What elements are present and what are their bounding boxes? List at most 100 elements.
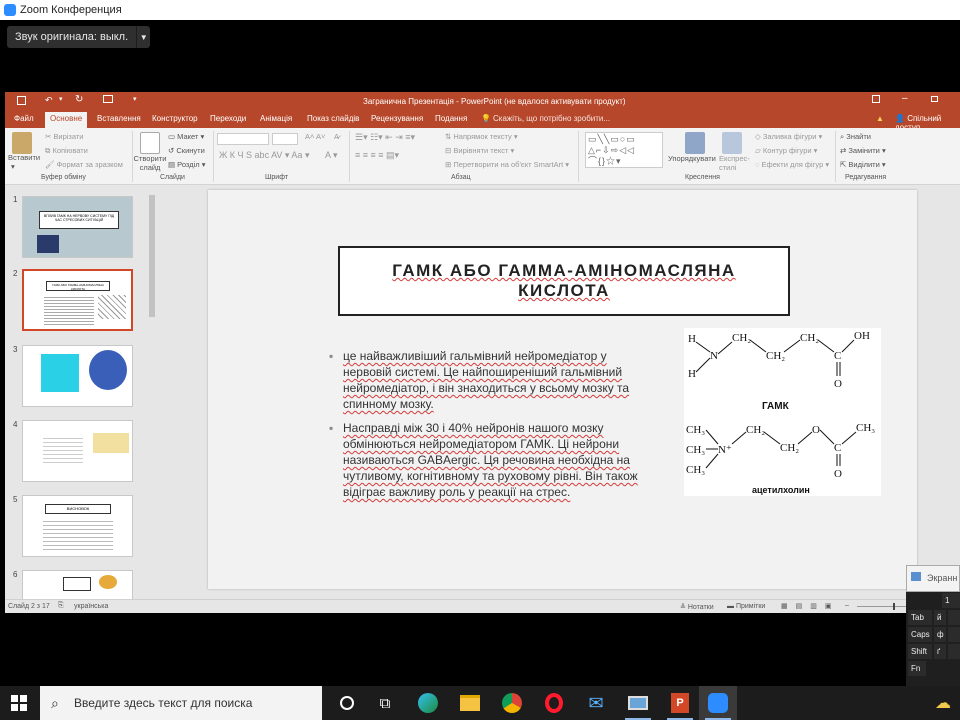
weather-icon[interactable]: ☁ bbox=[924, 686, 960, 720]
key-letter[interactable]: ґ bbox=[934, 644, 946, 659]
chevron-down-icon[interactable]: ▼ bbox=[136, 26, 150, 48]
tab-design[interactable]: Конструктор bbox=[152, 114, 198, 123]
chemical-structures-image[interactable]: H N H CH₂ CH₂ CH₂ C OH O ГАМК CH₃ CH₃ CH… bbox=[684, 328, 881, 496]
chrome-icon[interactable] bbox=[493, 686, 531, 720]
format-painter-button[interactable]: 🖌 Формат за зразком bbox=[45, 160, 123, 169]
taskbar-search-box[interactable]: ⌕ Введите здесь текст для поиска bbox=[40, 686, 322, 720]
paste-icon[interactable] bbox=[12, 132, 32, 154]
thumbnails-scrollbar[interactable] bbox=[148, 187, 156, 597]
edge-icon[interactable] bbox=[409, 686, 447, 720]
section-button[interactable]: ▤ Розділ ▾ bbox=[168, 160, 205, 169]
layout-button[interactable]: ▭ Макет ▾ bbox=[168, 132, 204, 141]
shape-effects-button[interactable]: ◌ Ефекти для фігур ▾ bbox=[755, 160, 829, 169]
view-buttons[interactable]: ▦▤▥▣ bbox=[781, 602, 839, 610]
notes-button[interactable]: ≜ Нотатки bbox=[680, 603, 714, 611]
key-letter[interactable] bbox=[948, 644, 960, 659]
thumbnail-slide-6[interactable] bbox=[22, 570, 133, 600]
smartart-button[interactable]: ⊞ Перетворити на об'єкт SmartArt ▾ bbox=[445, 160, 569, 169]
ribbon-display-icon[interactable] bbox=[872, 95, 880, 103]
redo-icon[interactable]: ↻ bbox=[75, 94, 83, 105]
font-style-buttons[interactable]: Ж К Ч S abc AV ▾ Aa ▾ bbox=[219, 150, 309, 161]
key-letter[interactable] bbox=[948, 610, 960, 625]
minimize-icon[interactable]: – bbox=[902, 93, 908, 104]
undo-icon[interactable]: ↶ bbox=[45, 95, 53, 106]
text-direction-button[interactable]: ⇅ Напрямок тексту ▾ bbox=[445, 132, 518, 141]
shift-key[interactable]: Shift bbox=[908, 644, 932, 659]
language-indicator[interactable]: українська bbox=[74, 603, 108, 610]
tab-file[interactable]: Файл bbox=[14, 114, 34, 123]
zoom-slider-thumb[interactable] bbox=[893, 603, 895, 610]
thumbnail-slide-4[interactable] bbox=[22, 420, 133, 482]
copy-button[interactable]: ⧉ Копіювати bbox=[45, 146, 88, 156]
tab-review[interactable]: Рецензування bbox=[371, 114, 423, 123]
slide-bullet-1[interactable]: ▪ це найважливіший гальмівний нейромедіат… bbox=[329, 348, 643, 412]
restore-icon[interactable] bbox=[931, 96, 938, 102]
key-letter[interactable]: ф bbox=[934, 627, 946, 642]
undo-dropdown-icon[interactable]: ▾ bbox=[59, 95, 63, 103]
cut-button[interactable]: ✂ Вирізати bbox=[45, 132, 83, 141]
customize-qat-icon[interactable]: ▾ bbox=[133, 95, 137, 103]
new-slide-icon[interactable] bbox=[140, 132, 160, 154]
arrange-button[interactable]: Упорядкувати bbox=[668, 154, 716, 163]
powerpoint-taskbar-icon[interactable]: P bbox=[661, 686, 699, 720]
font-color-icon[interactable]: A ▾ bbox=[325, 150, 338, 161]
align-text-button[interactable]: ⊟ Вирівняти текст ▾ bbox=[445, 146, 514, 155]
current-slide[interactable]: ГАМК АБО ГАММА-АМІНОМАСЛЯНА КИСЛОТА ▪ це … bbox=[208, 190, 917, 589]
grow-shrink-font-icon[interactable]: A˄ A˅ bbox=[305, 132, 325, 141]
opera-icon[interactable] bbox=[535, 686, 573, 720]
key-letter[interactable] bbox=[948, 627, 960, 642]
slide-title[interactable]: ГАМК АБО ГАММА-АМІНОМАСЛЯНА КИСЛОТА bbox=[338, 246, 790, 316]
remote-desktop-icon[interactable] bbox=[619, 686, 657, 720]
zoom-out-icon[interactable]: – bbox=[845, 602, 849, 609]
thumbnail-slide-1[interactable]: ВПЛИВ ГАМК НА НЕРВОВУ СИСТЕМУ ПІД ЧАС СТ… bbox=[22, 196, 133, 258]
reset-button[interactable]: ↺ Скинути bbox=[168, 146, 205, 155]
font-name-input[interactable] bbox=[217, 133, 269, 145]
tab-key[interactable]: Tab bbox=[908, 610, 932, 625]
thumbnail-slide-2[interactable]: ГАМК АБО ГАММА-АМІНОМАСЛЯНА КИСЛОТА bbox=[22, 269, 133, 331]
select-button[interactable]: ⇱ Виділити ▾ bbox=[840, 160, 886, 169]
shapes-gallery[interactable]: ▭╲╲▭○▭ △⌐⇩⇨◁◁ ⌒{}☆▾ bbox=[585, 132, 663, 168]
tab-home[interactable]: Основне bbox=[45, 112, 88, 128]
original-sound-button[interactable]: Звук оригинала: выкл. ▼ bbox=[7, 26, 151, 48]
file-explorer-icon[interactable] bbox=[451, 686, 489, 720]
thumbnail-slide-5[interactable]: ВИСНОВОК bbox=[22, 495, 133, 557]
slide-bullet-2[interactable]: ▪ Насправді між 30 і 40% нейронів нашого … bbox=[329, 420, 643, 500]
warning-icon: ▲ bbox=[876, 114, 884, 123]
new-slide-button[interactable]: Створити слайд bbox=[132, 154, 168, 172]
cortana-icon[interactable] bbox=[328, 686, 366, 720]
tab-slideshow[interactable]: Показ слайдів bbox=[307, 114, 359, 123]
list-buttons[interactable]: ☰▾ ☷▾ ⇤ ⇥ ≡▾ bbox=[355, 132, 415, 143]
paste-button[interactable]: Вставити bbox=[8, 153, 40, 162]
caps-key[interactable]: Caps bbox=[908, 627, 932, 642]
fn-key[interactable]: Fn bbox=[908, 661, 926, 676]
font-size-input[interactable] bbox=[272, 133, 298, 145]
clear-format-icon[interactable]: A̷ bbox=[334, 132, 339, 141]
spellcheck-icon[interactable]: ⎘ bbox=[58, 602, 64, 610]
tab-view[interactable]: Подання bbox=[435, 114, 467, 123]
svg-text:CH₂: CH₂ bbox=[732, 332, 751, 344]
replace-button[interactable]: ⇄ Замінити ▾ bbox=[840, 146, 886, 155]
find-button[interactable]: ⌕ Знайти bbox=[840, 132, 871, 142]
thumb-number: 3 bbox=[13, 345, 18, 354]
tab-insert[interactable]: Вставлення bbox=[97, 114, 141, 123]
shape-outline-button[interactable]: ▱ Контур фігури ▾ bbox=[755, 146, 817, 155]
quick-styles-icon[interactable] bbox=[722, 132, 742, 154]
comments-button[interactable]: ▬ Примітки bbox=[727, 603, 765, 610]
svg-text:OH: OH bbox=[854, 330, 870, 342]
quick-styles-button[interactable]: Експрес-стилі bbox=[719, 154, 750, 172]
windows-start-icon[interactable] bbox=[0, 686, 38, 720]
align-buttons[interactable]: ≡ ≡ ≡ ≡ ▤▾ bbox=[355, 150, 399, 161]
tab-transitions[interactable]: Переходи bbox=[210, 114, 246, 123]
task-view-icon[interactable]: ⧉ bbox=[366, 686, 404, 720]
zoom-taskbar-icon[interactable] bbox=[699, 686, 737, 720]
tab-animations[interactable]: Анімація bbox=[260, 114, 292, 123]
save-icon[interactable] bbox=[17, 96, 26, 105]
thumbnail-slide-3[interactable] bbox=[22, 345, 133, 407]
tell-me-input[interactable]: Скажіть, що потрібно зробити... bbox=[493, 114, 610, 123]
key-digit[interactable]: 1 bbox=[942, 593, 960, 608]
mail-icon[interactable]: ✉ bbox=[577, 686, 615, 720]
arrange-icon[interactable] bbox=[685, 132, 705, 154]
key-letter[interactable]: й bbox=[934, 610, 946, 625]
shape-fill-button[interactable]: ◇ Заливка фігури ▾ bbox=[755, 132, 822, 141]
present-icon[interactable] bbox=[103, 95, 113, 103]
